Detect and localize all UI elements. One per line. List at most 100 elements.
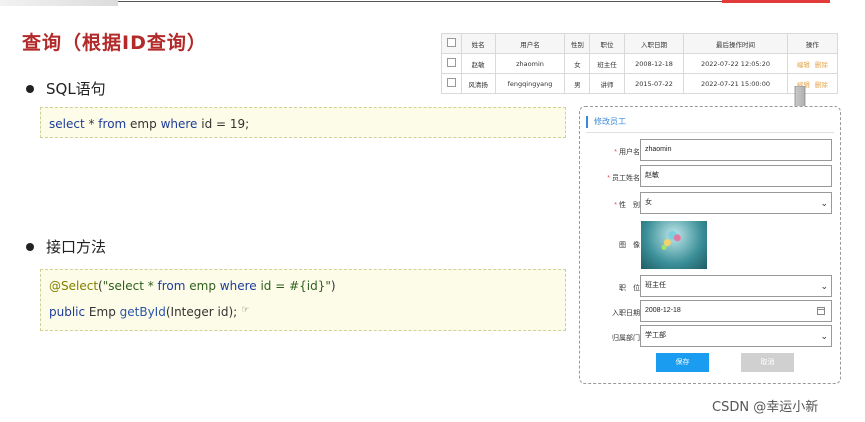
cell-name: 风清扬 [460,73,496,94]
column-header: 最后操作时间 [683,33,788,54]
code-token: Emp [85,305,120,319]
dept-label: 归属部门 [612,335,640,342]
cell-actions: 编辑 删除 [786,53,839,74]
employee-image-upload[interactable] [641,221,707,269]
entrydate-label: 入职日期 [612,310,640,317]
code-token: id = 19; [197,117,250,131]
code-token: select [49,117,85,131]
name-label-text: 员工姓名 [612,175,640,182]
top-left-decoration [0,0,118,6]
cell-name: 赵敏 [460,53,496,74]
gender-select-value: 女 [645,199,652,206]
api-code-block: @Select("select * from emp where id = #{… [40,269,566,331]
header-select-all[interactable] [441,33,462,54]
code-token: "select * [102,279,158,293]
image-label: 图 像 [619,242,640,249]
cell-username: zhaomin [494,53,566,74]
api-code-line-2: public Emp getById(Integer id); ☞ [49,305,557,319]
cancel-button[interactable]: 取消 [741,353,794,372]
dept-select-value: 学工部 [645,332,666,339]
bullet-sql: SQL语句 [26,78,106,99]
username-label-text: 用户名 [619,149,640,156]
required-mark: * [614,202,617,209]
code-token: public [49,305,86,319]
bullet-sql-label: SQL语句 [46,80,106,98]
bullet-api: 接口方法 [26,236,106,257]
delete-link[interactable]: 删除 [815,61,828,69]
required-mark: * [607,175,610,182]
username-input[interactable]: zhaomin [640,139,832,161]
table-row: 风清扬 fengqingyang 男 讲师 2015-07-22 2022-07… [441,73,839,94]
job-select-value: 班主任 [645,282,666,289]
cell-update-time: 2022-07-22 12:05:20 [683,53,788,74]
column-header: 入职日期 [623,33,685,54]
code-token: ) [330,279,336,293]
column-header: 职位 [589,33,625,54]
dialog-title: 修改员工 [586,116,626,128]
code-token: from [157,279,186,293]
entrydate-value: 2008-12-18 [645,307,681,314]
dialog-divider [586,132,834,133]
slide-title: 查询（根据ID查询） [22,32,207,54]
name-label: * 员工姓名 [580,173,640,183]
cell-job: 讲师 [589,73,625,94]
code-token: * [84,117,99,131]
delete-link[interactable]: 删除 [815,81,828,89]
cell-entrydate: 2008-12-18 [623,53,685,74]
checkbox-icon[interactable] [446,78,456,87]
watermark: CSDN @幸运小新 [712,400,819,415]
chevron-down-icon: ⌄ [820,281,828,291]
edit-employee-dialog: 修改员工 * 用户名 zhaomin * 员工姓名 赵敏 * 性 别 女 ⌄ 图 像 职… [579,106,841,384]
code-token: getById [119,305,166,319]
top-divider-line [118,1,722,2]
employee-table: 姓名 用户名 性别 职位 入职日期 最后操作时间 操作 赵敏 zhaomin 女… [441,33,839,94]
api-code-line-1: @Select("select * from emp where id = #{… [49,279,557,293]
code-token: (Integer id); [165,305,238,319]
gender-label-text: 性 别 [619,202,640,209]
table-row: 赵敏 zhaomin 女 班主任 2008-12-18 2022-07-22 1… [441,53,839,74]
bullet-dot [26,84,34,93]
username-label: * 用户名 [580,147,640,157]
gender-label: * 性 别 [580,200,640,210]
cell-gender: 男 [564,73,591,94]
bullet-dot [26,242,34,251]
table-header-row: 姓名 用户名 性别 职位 入职日期 最后操作时间 操作 [441,33,839,54]
code-token: where [160,117,198,131]
job-label: 职 位 [619,285,640,292]
cell-gender: 女 [564,53,591,74]
mouse-cursor-icon: ☞ [241,305,250,315]
checkbox-icon[interactable] [446,58,456,67]
name-input[interactable]: 赵敏 [640,165,832,187]
required-mark: * [614,149,617,156]
entrydate-picker[interactable]: 2008-12-18 [640,300,832,322]
code-token: @Select [49,279,99,293]
row-select[interactable] [441,73,462,94]
cell-job: 班主任 [589,53,625,74]
sql-code-block: select * from emp where id = 19; [40,107,566,138]
column-header: 性别 [564,33,591,54]
top-red-accent [722,0,830,3]
checkbox-icon[interactable] [446,38,456,47]
column-header: 姓名 [460,33,496,54]
edit-link[interactable]: 编辑 [797,61,810,69]
save-button[interactable]: 保存 [656,353,709,372]
cell-username: fengqingyang [494,73,566,94]
cell-update-time: 2022-07-21 15:00:00 [683,73,788,94]
chevron-down-icon: ⌄ [820,331,828,341]
bullet-api-label: 接口方法 [46,238,107,256]
dept-select[interactable]: 学工部 ⌄ [640,325,832,347]
job-select[interactable]: 班主任 ⌄ [640,275,832,297]
gender-select[interactable]: 女 ⌄ [640,192,832,214]
cell-entrydate: 2015-07-22 [623,73,685,94]
code-token: emp [126,117,161,131]
chevron-down-icon: ⌄ [820,198,828,208]
column-header: 用户名 [494,33,566,54]
code-token: id = #{id}" [256,279,331,293]
row-select[interactable] [441,53,462,74]
calendar-icon [817,307,825,315]
column-header: 操作 [786,33,839,54]
code-token: where [219,279,257,293]
code-token: emp [185,279,220,293]
sql-code-line: select * from emp where id = 19; [49,117,557,131]
code-token: from [98,117,127,131]
